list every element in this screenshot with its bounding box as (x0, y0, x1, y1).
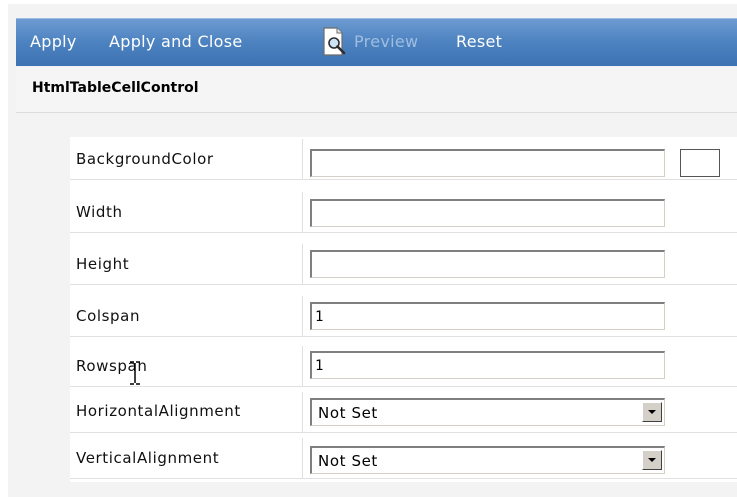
magnifier-page-icon[interactable] (322, 27, 348, 57)
property-label: Width (76, 203, 123, 221)
width-input[interactable] (310, 199, 665, 227)
apply-button[interactable]: Apply (30, 32, 77, 51)
backgroundcolor-input[interactable] (310, 149, 665, 177)
preview-button[interactable]: Preview (354, 32, 418, 51)
rowspan-input[interactable] (310, 351, 665, 379)
apply-and-close-button[interactable]: Apply and Close (109, 32, 243, 51)
property-label: Rowspan (76, 357, 148, 375)
horizontalalignment-select[interactable]: Not Set (310, 398, 665, 426)
property-row-colspan: Colspan (70, 296, 737, 337)
column-divider (302, 296, 303, 336)
property-label: Height (76, 255, 130, 273)
property-row-width: Width (70, 192, 737, 233)
reset-button[interactable]: Reset (456, 32, 502, 51)
property-label: HorizontalAlignment (76, 402, 241, 420)
color-picker-button[interactable] (680, 149, 720, 177)
property-row-height: Height (70, 244, 737, 285)
property-row-backgroundcolor: BackgroundColor (70, 139, 737, 180)
select-value: Not Set (318, 452, 378, 470)
column-divider (302, 392, 303, 432)
property-label: BackgroundColor (76, 150, 214, 168)
property-row-rowspan: Rowspan (70, 346, 737, 387)
column-divider (302, 244, 303, 284)
property-label: Colspan (76, 307, 141, 325)
verticalalignment-select[interactable]: Not Set (310, 446, 665, 474)
column-divider (302, 346, 303, 386)
dropdown-arrow-icon[interactable] (642, 450, 662, 470)
property-label: VerticalAlignment (76, 449, 220, 467)
property-row-verticalalignment: VerticalAlignment Not Set (70, 438, 737, 479)
height-input[interactable] (310, 250, 665, 278)
property-row-horizontalalignment: HorizontalAlignment Not Set (70, 392, 737, 433)
column-divider (302, 139, 303, 179)
colspan-input[interactable] (310, 302, 665, 330)
control-header: HtmlTableCellControl (16, 67, 737, 113)
column-divider (302, 438, 303, 478)
control-title: HtmlTableCellControl (32, 80, 199, 96)
select-value: Not Set (318, 404, 378, 422)
dropdown-arrow-icon[interactable] (642, 402, 662, 422)
toolbar: Apply Apply and Close Preview Reset (16, 18, 737, 66)
column-divider (302, 192, 303, 232)
